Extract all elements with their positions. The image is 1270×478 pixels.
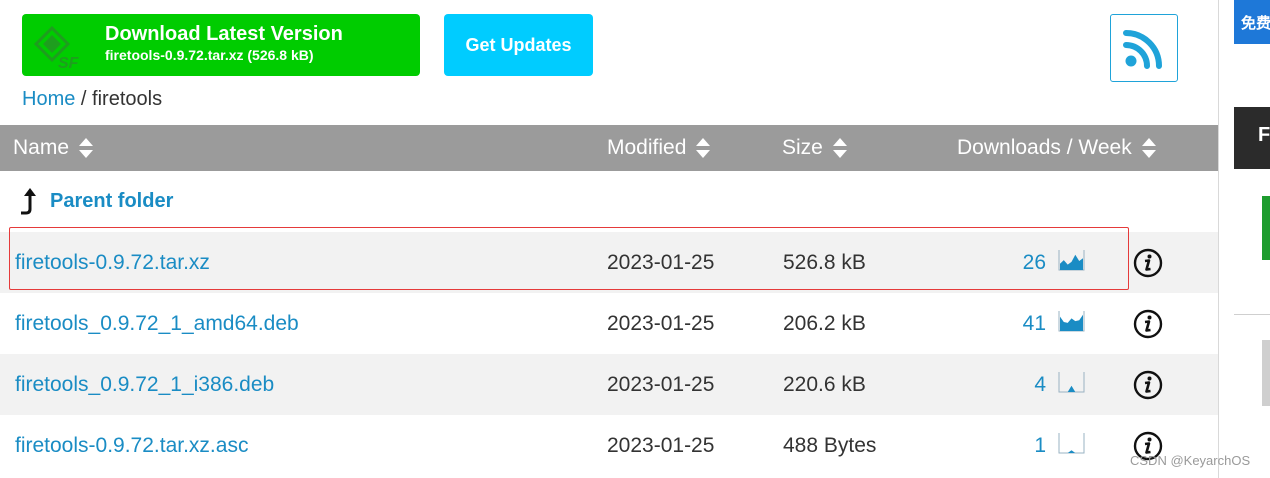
sidebar-divider [1218, 0, 1219, 478]
file-size: 206.2 kB [783, 311, 866, 335]
get-updates-button[interactable]: Get Updates [444, 14, 593, 76]
sidebar-promo-button[interactable]: 免费 [1234, 0, 1270, 44]
sidebar-dark-block: F [1234, 107, 1270, 169]
sparkline-area [1060, 254, 1083, 270]
file-name-link[interactable]: firetools_0.9.72_1_amd64.deb [15, 293, 299, 354]
sidebar-gray-block [1262, 340, 1270, 406]
file-info-icon[interactable] [1133, 248, 1163, 278]
column-header-downloads[interactable]: Downloads / Week [957, 125, 1157, 171]
breadcrumb-separator: / [80, 88, 87, 110]
parent-folder-link[interactable]: Parent folder [50, 190, 173, 213]
download-subtitle: firetools-0.9.72.tar.xz (526.8 kB) [105, 47, 314, 63]
svg-text:SF: SF [58, 55, 80, 70]
file-modified: 2023-01-25 [607, 311, 715, 335]
rss-icon [1123, 30, 1162, 69]
parent-folder-row[interactable]: Parent folder [0, 171, 1218, 233]
table-row: firetools-0.9.72.tar.xz 2023-01-25 526.8… [0, 232, 1218, 293]
file-downloads-link[interactable]: 41 [990, 293, 1046, 354]
breadcrumb-current: firetools [92, 88, 163, 110]
file-modified: 2023-01-25 [607, 433, 715, 457]
file-size: 220.6 kB [783, 372, 866, 396]
breadcrumb: Home / firetools [22, 88, 162, 111]
file-modified: 2023-01-25 [607, 250, 715, 274]
downloads-sparkline-icon[interactable] [1058, 249, 1085, 271]
table-row: firetools-0.9.72.tar.xz.asc 2023-01-25 4… [0, 415, 1218, 476]
breadcrumb-home-link[interactable]: Home [22, 88, 75, 110]
file-downloads-link[interactable]: 1 [990, 415, 1046, 476]
table-row: firetools_0.9.72_1_i386.deb 2023-01-25 2… [0, 354, 1218, 415]
column-header-name[interactable]: Name [13, 125, 94, 171]
file-modified: 2023-01-25 [607, 372, 715, 396]
table-row: firetools_0.9.72_1_amd64.deb 2023-01-25 … [0, 293, 1218, 354]
file-size: 488 Bytes [783, 433, 877, 457]
downloads-sparkline-icon[interactable] [1058, 310, 1085, 332]
sort-icon [1141, 138, 1156, 158]
download-title: Download Latest Version [105, 23, 343, 45]
file-size: 526.8 kB [783, 250, 866, 274]
file-info-icon[interactable] [1133, 309, 1163, 339]
sidebar-separator [1234, 314, 1270, 315]
sort-icon [832, 138, 847, 158]
sparkline-frame [1058, 433, 1085, 454]
sourceforge-logo-icon: SF [34, 25, 80, 70]
table-header: Name Modified Size Downloads / Week [0, 125, 1218, 171]
watermark: CSDN @KeyarchOS [1130, 453, 1251, 468]
sparkline-area [1060, 314, 1083, 331]
rss-button[interactable] [1110, 14, 1178, 82]
sort-icon [696, 138, 711, 158]
file-name-link[interactable]: firetools-0.9.72.tar.xz [15, 232, 210, 293]
file-name-link[interactable]: firetools_0.9.72_1_i386.deb [15, 354, 274, 415]
sort-icon [79, 138, 94, 158]
sparkline-area [1060, 385, 1083, 392]
file-info-icon[interactable] [1133, 370, 1163, 400]
file-downloads-link[interactable]: 26 [990, 232, 1046, 293]
column-header-size[interactable]: Size [782, 125, 848, 171]
parent-folder-arrow-icon [21, 188, 36, 215]
column-header-modified[interactable]: Modified [607, 125, 711, 171]
file-name-link[interactable]: firetools-0.9.72.tar.xz.asc [15, 415, 248, 476]
downloads-sparkline-icon[interactable] [1058, 371, 1085, 393]
sidebar-green-block [1262, 196, 1270, 260]
file-browser: SF Download Latest Version firetools-0.9… [0, 0, 1218, 478]
file-downloads-link[interactable]: 4 [990, 354, 1046, 415]
download-latest-button[interactable]: SF Download Latest Version firetools-0.9… [22, 14, 420, 76]
downloads-sparkline-icon[interactable] [1058, 432, 1085, 454]
